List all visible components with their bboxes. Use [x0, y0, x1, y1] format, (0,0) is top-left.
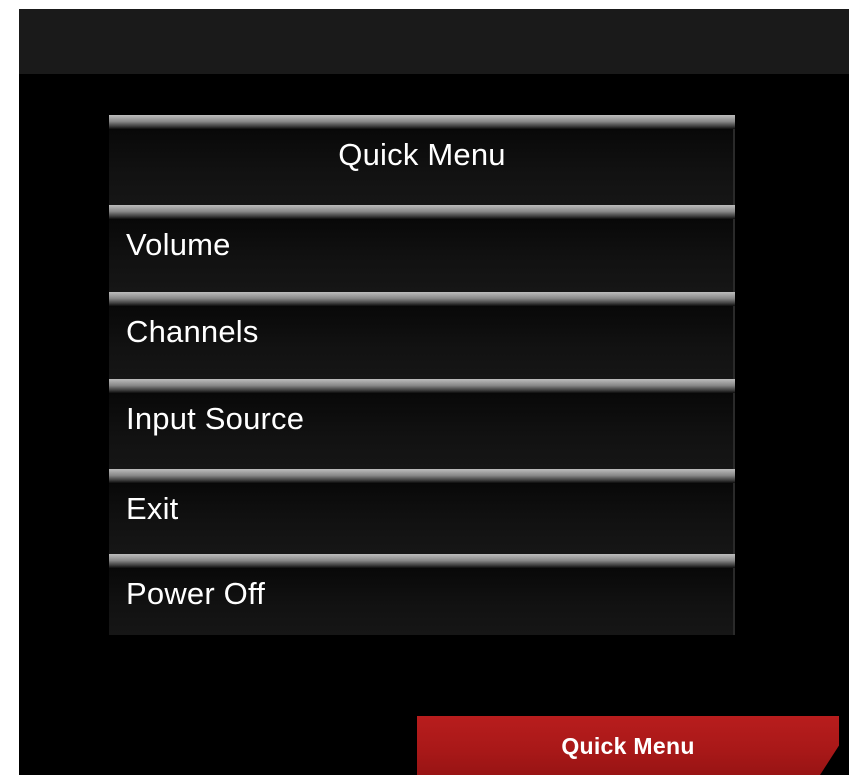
menu-item-label: Input Source: [126, 401, 305, 436]
menu-item-label: Channels: [126, 314, 259, 349]
device-frame: Quick Menu Volume Channels Input Source …: [0, 0, 856, 782]
quick-menu-tab-label: Quick Menu: [561, 733, 695, 759]
menu-item-exit[interactable]: Exit: [109, 469, 735, 554]
quick-menu-header: Quick Menu: [109, 115, 735, 205]
menu-item-channels[interactable]: Channels: [109, 292, 735, 379]
top-bar: [19, 9, 849, 74]
menu-item-power-off[interactable]: Power Off: [109, 554, 735, 635]
menu-item-input-source[interactable]: Input Source: [109, 379, 735, 469]
quick-menu-title: Quick Menu: [338, 137, 506, 172]
quick-menu-panel: Quick Menu Volume Channels Input Source …: [109, 115, 735, 635]
menu-item-volume[interactable]: Volume: [109, 205, 735, 292]
tv-screen: Quick Menu Volume Channels Input Source …: [19, 9, 849, 775]
quick-menu-tab[interactable]: Quick Menu: [417, 716, 839, 775]
menu-item-label: Exit: [126, 491, 179, 526]
menu-item-label: Power Off: [126, 576, 266, 611]
menu-item-label: Volume: [126, 227, 231, 262]
